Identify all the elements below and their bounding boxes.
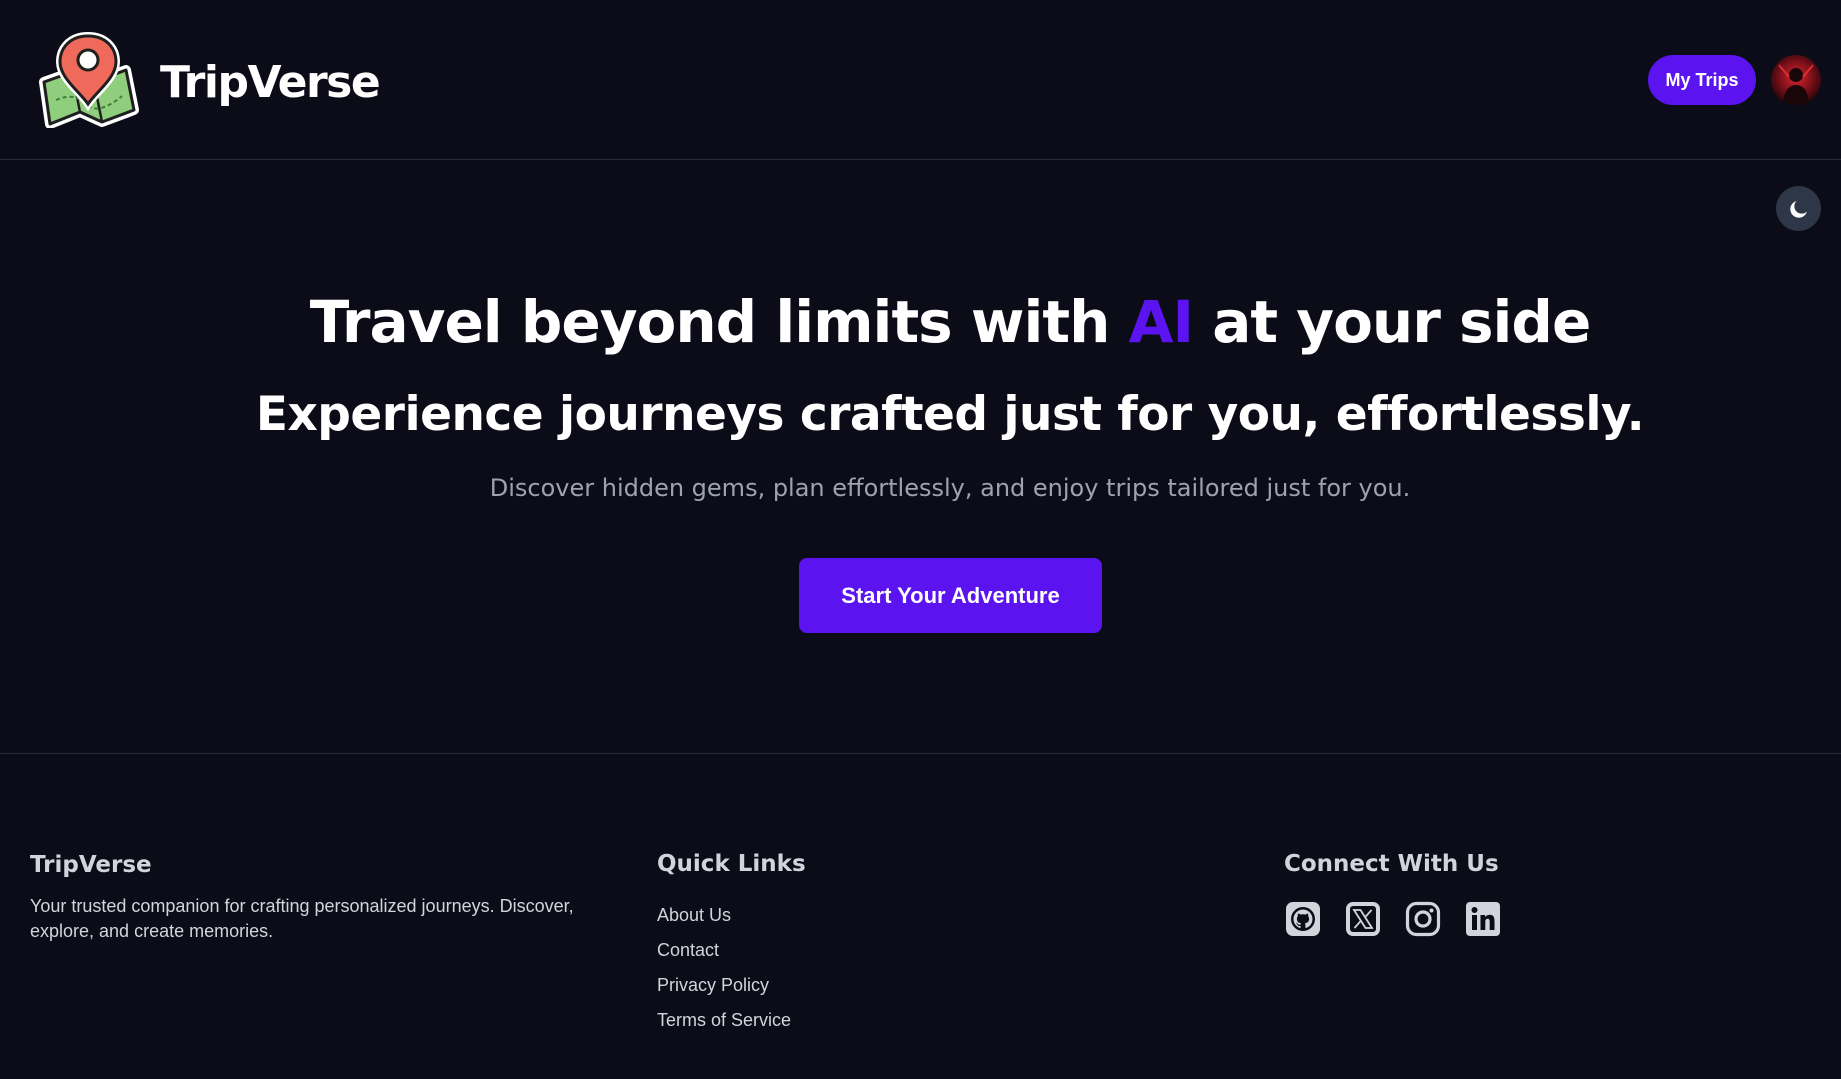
connect-title: Connect With Us <box>1284 851 1499 877</box>
footer-description: Your trusted companion for crafting pers… <box>30 896 574 941</box>
headline-accent-ai: AI <box>1128 288 1194 356</box>
footer-link-terms-of-service[interactable]: Terms of Service <box>657 1010 791 1031</box>
x-twitter-icon[interactable] <box>1344 900 1382 938</box>
user-avatar[interactable] <box>1771 55 1821 105</box>
hero-section: Travel beyond limits with AI at your sid… <box>0 161 1841 753</box>
map-pin-logo-icon[interactable] <box>36 30 140 128</box>
linkedin-icon[interactable] <box>1464 900 1502 938</box>
headline-part-2: at your side <box>1193 288 1591 356</box>
site-footer: TripVerse Your trusted companion for cra… <box>0 753 1841 1079</box>
hero-headline: Travel beyond limits with AI at your sid… <box>0 288 1841 356</box>
avatar-figure-icon <box>1778 64 1814 105</box>
footer-brand-title: TripVerse <box>30 852 152 878</box>
hero-tagline: Discover hidden gems, plan effortlessly,… <box>489 474 1411 502</box>
my-trips-button[interactable]: My Trips <box>1648 55 1756 105</box>
footer-link-privacy-policy[interactable]: Privacy Policy <box>657 975 769 996</box>
footer-link-contact[interactable]: Contact <box>657 940 719 961</box>
start-adventure-button[interactable]: Start Your Adventure <box>799 558 1102 633</box>
instagram-icon[interactable] <box>1404 900 1442 938</box>
brand-name[interactable]: TripVerse <box>160 57 381 108</box>
footer-link-about-us[interactable]: About Us <box>657 905 731 926</box>
site-header: TripVerse My Trips <box>0 0 1841 160</box>
github-icon[interactable] <box>1284 900 1322 938</box>
headline-part-1: Travel beyond limits with <box>309 288 1129 356</box>
quick-links-title: Quick Links <box>657 851 806 877</box>
hero-subheadline: Experience journeys crafted just for you… <box>255 387 1645 442</box>
